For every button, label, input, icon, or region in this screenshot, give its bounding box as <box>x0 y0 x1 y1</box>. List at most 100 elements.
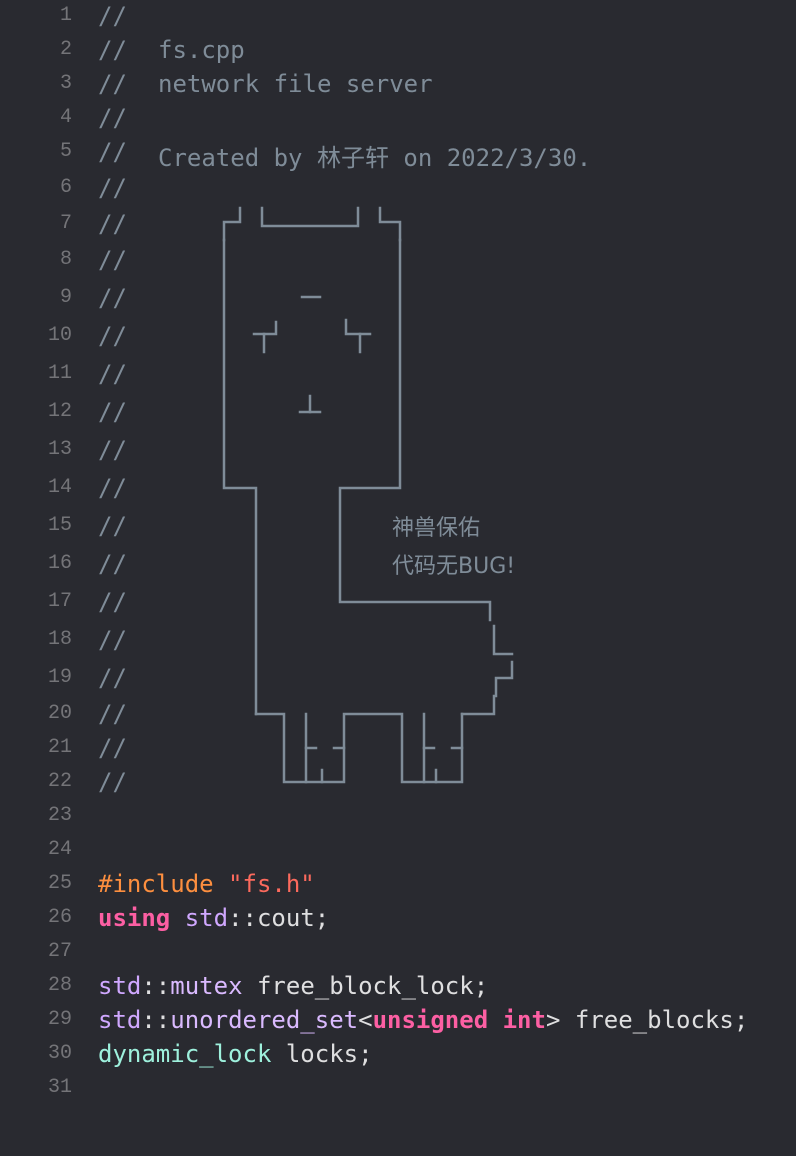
comment-marker: // <box>98 474 127 502</box>
code-line-20[interactable]: 20 // <box>0 698 796 732</box>
scope-operator: :: <box>141 1006 171 1034</box>
line-number: 24 <box>47 838 72 861</box>
code-line-31[interactable]: 31 <box>0 1072 796 1106</box>
line-number: 15 <box>47 514 72 537</box>
code-line-27[interactable]: 27 <box>0 936 796 970</box>
code-line-4[interactable]: 4 // <box>0 102 796 136</box>
code-line-14[interactable]: 14 // <box>0 472 796 506</box>
code-line-3[interactable]: 3 // network file server <box>0 68 796 102</box>
include-path: "fs.h" <box>228 870 315 898</box>
using-statement: using std::cout; <box>98 904 329 932</box>
line-number: 9 <box>59 286 72 309</box>
keyword-unsigned: unsigned <box>372 1006 489 1034</box>
comment-marker: // <box>98 2 127 30</box>
scope-operator: :: <box>228 904 257 932</box>
code-line-28[interactable]: 28 std::mutex free_block_lock; <box>0 970 796 1004</box>
semicolon: ; <box>314 904 330 932</box>
type-mutex: mutex <box>170 972 243 1000</box>
variable-free-block-lock: free_block_lock; <box>242 972 489 1000</box>
comment-marker: // <box>98 104 127 132</box>
line-number: 5 <box>59 140 72 163</box>
variable-free-blocks: free_blocks; <box>560 1006 749 1034</box>
code-line-19[interactable]: 19 // <box>0 662 796 696</box>
comment-marker: // <box>98 322 127 350</box>
blessing-line-1: 神兽保佑 <box>392 516 481 541</box>
line-number: 19 <box>47 666 72 689</box>
line-number: 7 <box>59 212 72 235</box>
line-number: 10 <box>47 324 72 347</box>
code-line-12[interactable]: 12 // <box>0 396 796 430</box>
code-line-23[interactable]: 23 <box>0 800 796 834</box>
comment-marker: // <box>98 138 127 166</box>
type-dynamic-lock: dynamic_lock <box>98 1040 272 1068</box>
code-line-17[interactable]: 17 // <box>0 586 796 620</box>
code-line-8[interactable]: 8 // <box>0 244 796 278</box>
keyword-using: using <box>98 904 171 932</box>
type-unordered-set: unordered_set <box>170 1006 359 1034</box>
code-line-10[interactable]: 10 // <box>0 320 796 354</box>
code-line-30[interactable]: 30 dynamic_lock locks; <box>0 1038 796 1072</box>
namespace-std: std <box>98 972 142 1000</box>
line-number: 31 <box>47 1076 72 1099</box>
comment-marker: // <box>98 626 127 654</box>
comment-marker: // <box>98 700 127 728</box>
line-number: 12 <box>47 400 72 423</box>
locks-declaration: dynamic_lock locks; <box>98 1040 373 1068</box>
line-number: 25 <box>47 872 72 895</box>
code-editor[interactable]: 1 // 2 // fs.cpp 3 // network file serve… <box>0 0 796 1104</box>
code-line-29[interactable]: 29 std::unordered_set<unsigned int> free… <box>0 1004 796 1038</box>
line-number: 21 <box>47 736 72 759</box>
line-number: 26 <box>47 906 72 929</box>
comment-marker: // <box>98 284 127 312</box>
line-number: 2 <box>59 38 72 61</box>
code-line-11[interactable]: 11 // <box>0 358 796 392</box>
blessing-line-2: 代码无BUG! <box>392 554 516 579</box>
comment-description: network file server <box>158 70 433 98</box>
code-line-7[interactable]: 7 // <box>0 208 796 242</box>
code-line-5[interactable]: 5 // Created by 林子轩 on 2022/3/30. <box>0 136 796 172</box>
line-number: 20 <box>47 702 72 725</box>
keyword-int: int <box>502 1006 546 1034</box>
line-number: 8 <box>59 248 72 271</box>
line-number: 29 <box>47 1008 72 1031</box>
line-number: 16 <box>47 552 72 575</box>
code-line-18[interactable]: 18 // <box>0 624 796 658</box>
code-line-24[interactable]: 24 <box>0 834 796 868</box>
preprocessor-directive: #include <box>98 870 214 898</box>
line-number: 3 <box>59 72 72 95</box>
namespace-std: std <box>184 904 229 932</box>
namespace-std: std <box>98 1006 142 1034</box>
line-number: 22 <box>47 770 72 793</box>
code-line-6[interactable]: 6 // <box>0 172 796 206</box>
comment-filename: fs.cpp <box>158 36 245 64</box>
code-line-26[interactable]: 26 using std::cout; <box>0 902 796 936</box>
code-line-22[interactable]: 22 // <box>0 766 796 800</box>
mutex-declaration: std::mutex free_block_lock; <box>98 972 488 1000</box>
variable-locks: locks; <box>271 1040 373 1068</box>
line-number: 13 <box>47 438 72 461</box>
code-line-2[interactable]: 2 // fs.cpp <box>0 34 796 68</box>
comment-marker: // <box>98 210 127 238</box>
comment-marker: // <box>98 174 127 202</box>
code-line-1[interactable]: 1 // <box>0 0 796 34</box>
comment-marker: // <box>98 512 127 540</box>
code-line-13[interactable]: 13 // <box>0 434 796 468</box>
comment-marker: // <box>98 360 127 388</box>
code-line-9[interactable]: 9 // <box>0 282 796 316</box>
comment-marker: // <box>98 734 127 762</box>
comment-created-by: Created by 林子轩 on 2022/3/30. <box>158 144 592 172</box>
line-number: 14 <box>47 476 72 499</box>
comment-marker: // <box>98 246 127 274</box>
comment-marker: // <box>98 768 127 796</box>
code-line-25[interactable]: 25 #include "fs.h" <box>0 868 796 902</box>
line-number: 23 <box>47 804 72 827</box>
include-statement: #include "fs.h" <box>98 870 315 898</box>
template-open: < <box>358 1006 373 1034</box>
code-line-21[interactable]: 21 // <box>0 732 796 766</box>
line-number: 28 <box>47 974 72 997</box>
template-close: > <box>545 1006 561 1034</box>
line-number: 17 <box>47 590 72 613</box>
comment-marker: // <box>98 664 127 692</box>
line-number: 18 <box>47 628 72 651</box>
comment-marker: // <box>98 36 127 64</box>
